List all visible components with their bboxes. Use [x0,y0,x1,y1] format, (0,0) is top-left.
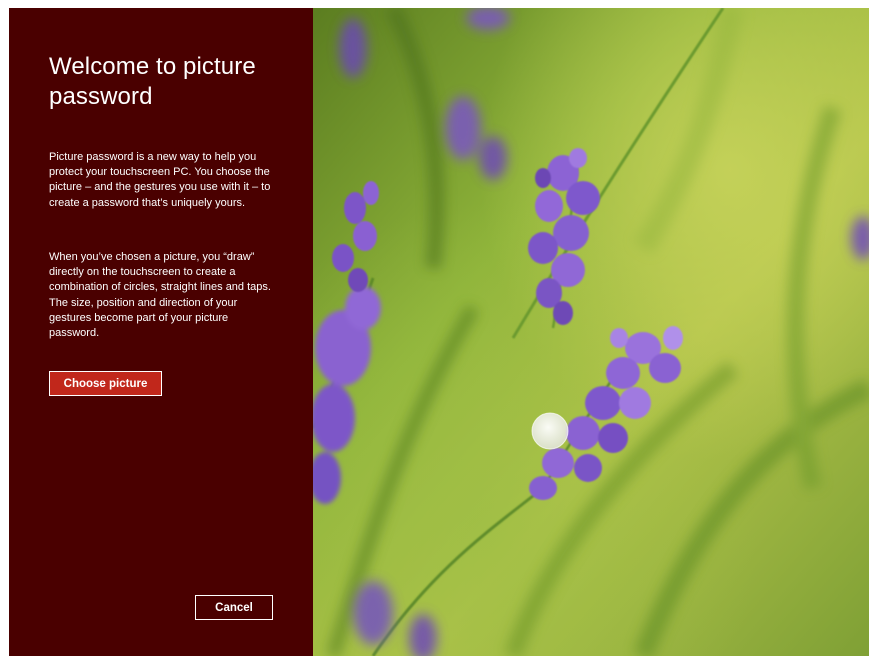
intro-paragraph-2: When you’ve chosen a picture, you “draw”… [49,251,271,340]
preview-picture [313,8,869,656]
intro-paragraph-1: Picture password is a new way to help yo… [49,151,271,209]
tap-gesture-marker [531,412,569,450]
cancel-button[interactable]: Cancel [195,595,273,620]
intro-panel: Welcome to picture password Picture pass… [9,8,313,656]
choose-picture-button[interactable]: Choose picture [49,371,162,396]
page-title: Welcome to picture password [49,53,256,110]
window-frame: Welcome to picture password Picture pass… [0,0,870,656]
picture-password-screen: Welcome to picture password Picture pass… [9,8,869,656]
lavender-photo [313,8,869,656]
